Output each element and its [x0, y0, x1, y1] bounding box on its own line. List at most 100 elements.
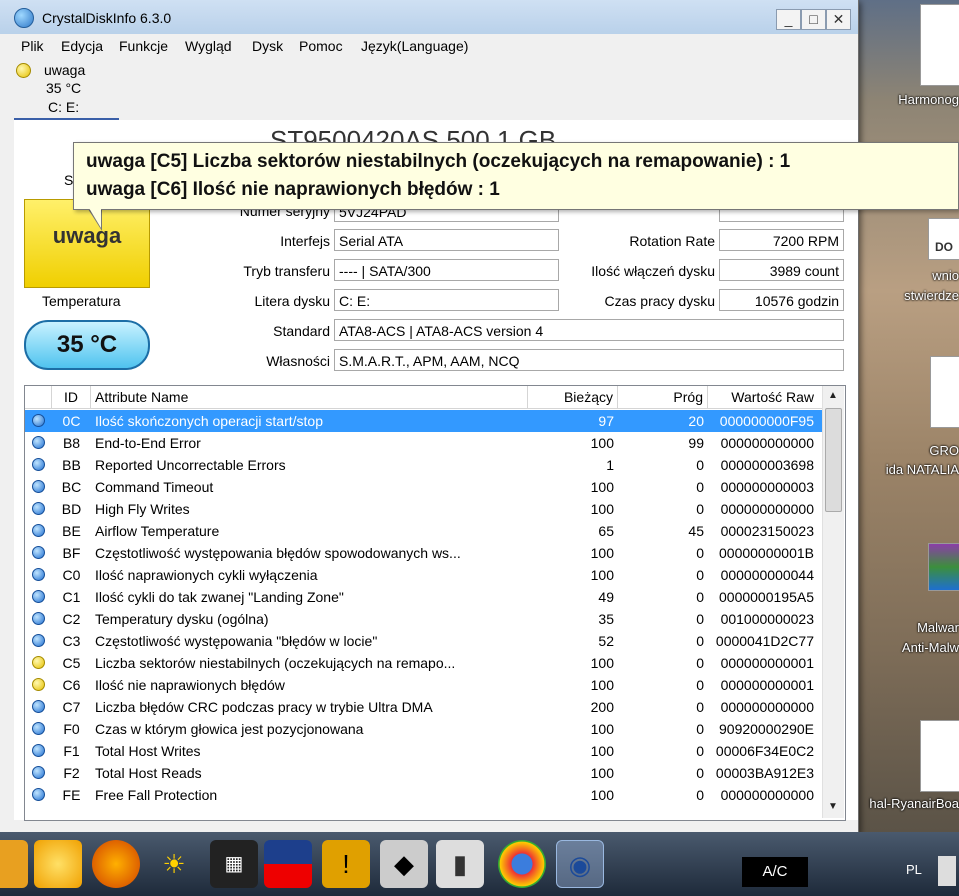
desktop-item-label[interactable]: Harmonog [858, 92, 959, 107]
desktop-file-thumbnail[interactable] [920, 720, 959, 792]
rotation-value: 7200 RPM [719, 229, 844, 251]
minimize-button[interactable]: _ [776, 9, 801, 30]
desktop-item-label[interactable]: ida NATALIA [858, 462, 959, 477]
menu-pomoc[interactable]: Pomoc [299, 38, 343, 54]
desktop-file-thumbnail[interactable] [920, 4, 959, 86]
fox-app-icon[interactable]: ◆ [380, 840, 428, 888]
drive-tab[interactable]: uwaga 35 °C C: E: [14, 60, 119, 120]
table-row[interactable]: F2 Total Host Reads 100 0 00003BA912E3 [25, 762, 822, 784]
cell-id: BC [61, 479, 82, 495]
close-button[interactable]: ✕ [826, 9, 851, 30]
desktop-item-label[interactable]: Anti-Malw [858, 640, 959, 655]
cell-name: Airflow Temperature [95, 523, 220, 539]
tooltip-line-2: uwaga [C6] Ilość nie naprawionych błędów… [86, 179, 500, 200]
menu-funkcje[interactable]: Funkcje [119, 38, 168, 54]
desktop-item-label[interactable]: Malwar [858, 620, 959, 635]
header-current[interactable]: Bieżący [528, 386, 618, 408]
table-row[interactable]: C7 Liczba błędów CRC podczas pracy w tryb… [25, 696, 822, 718]
cell-raw: 000000000001 [720, 677, 814, 693]
table-row[interactable]: C3 Częstotliwość występowania "błędów w l… [25, 630, 822, 652]
table-row[interactable]: BB Reported Uncorrectable Errors 1 0 0000000… [25, 454, 822, 476]
table-row[interactable]: 0C Ilość skończonych operacji start/stop 9… [25, 410, 822, 432]
taskbar-app-icon[interactable] [0, 840, 28, 888]
scroll-down-arrow-icon[interactable]: ▼ [824, 798, 842, 816]
header-raw-value[interactable]: Wartość Raw [708, 386, 818, 408]
sun-settings-icon[interactable]: ☀ [150, 840, 198, 888]
interface-value: Serial ATA [334, 229, 559, 251]
desktop-item-label[interactable]: GRO [858, 443, 959, 458]
poweron-count-value: 3989 count [719, 259, 844, 281]
keypad-icon[interactable]: ▦ [210, 840, 258, 888]
cell-current: 52 [598, 633, 614, 649]
health-status-button[interactable]: uwaga [24, 199, 150, 288]
transfer-value: ---- | SATA/300 [334, 259, 559, 281]
desktop-item-label[interactable]: stwierdze [858, 288, 959, 303]
scroll-up-arrow-icon[interactable]: ▲ [824, 387, 842, 405]
language-indicator[interactable]: PL [906, 862, 922, 877]
winrar-archive-icon[interactable] [928, 543, 959, 591]
header-attribute-name[interactable]: Attribute Name [91, 386, 528, 408]
table-row[interactable]: BD High Fly Writes 100 0 000000000000 [25, 498, 822, 520]
cell-threshold: 0 [696, 677, 704, 693]
table-row[interactable]: F0 Czas w którym głowica jest pozycjonowa… [25, 718, 822, 740]
desktop-item-label[interactable]: hal-RyanairBoa [858, 796, 959, 811]
cell-current: 100 [590, 677, 614, 693]
good-status-icon [32, 700, 45, 713]
menu-dysk[interactable]: Dysk [252, 38, 283, 54]
cell-name: Częstotliwość występowania "błędów w loc… [95, 633, 378, 649]
table-row[interactable]: C1 Ilość cykli do tak zwanej "Landing Zon… [25, 586, 822, 608]
scroll-thumb[interactable] [825, 408, 842, 512]
header-status[interactable] [25, 386, 52, 408]
cell-id: FE [62, 787, 81, 803]
firefox-icon[interactable] [92, 840, 140, 888]
cell-threshold: 0 [696, 721, 704, 737]
cell-name: Ilość naprawionych cykli wyłączenia [95, 567, 318, 583]
table-row[interactable]: C0 Ilość naprawionych cykli wyłączenia 100… [25, 564, 822, 586]
chrome-icon[interactable] [498, 840, 546, 888]
tray-icon[interactable] [938, 856, 956, 886]
table-row[interactable]: FE Free Fall Protection 100 0 000000000000 [25, 784, 822, 806]
cell-id: C2 [62, 611, 81, 627]
maximize-button[interactable]: □ [801, 9, 826, 30]
desktop-item-label[interactable]: wnio [858, 268, 959, 283]
flag-language-icon[interactable] [264, 840, 312, 888]
header-id[interactable]: ID [52, 386, 91, 408]
app-icon [14, 8, 34, 28]
menu-edycja[interactable]: Edycja [61, 38, 103, 54]
ac-power-indicator[interactable]: A/C [742, 857, 808, 887]
cell-threshold: 0 [696, 765, 704, 781]
desktop-doc-icon[interactable]: DO [928, 218, 959, 260]
table-row[interactable]: B8 End-to-End Error 100 99 000000000000 [25, 432, 822, 454]
cell-name: Ilość skończonych operacji start/stop [95, 413, 323, 429]
cell-raw: 0000000195A5 [719, 589, 814, 605]
table-row[interactable]: F1 Total Host Writes 100 0 00006F34E0C2 [25, 740, 822, 762]
weather-app-icon[interactable] [34, 840, 82, 888]
menu-jezyk[interactable]: Język(Language) [361, 38, 468, 54]
table-row[interactable]: BC Command Timeout 100 0 000000000003 [25, 476, 822, 498]
warning-tooltip: uwaga [C5] Liczba sektorów niestabilnych… [73, 142, 959, 210]
poweron-hours-label: Czas pracy dysku [604, 293, 715, 309]
crystaldiskinfo-taskbar-icon[interactable]: ◉ [556, 840, 604, 888]
good-status-icon [32, 414, 45, 427]
file-shredder-icon[interactable]: ! [322, 840, 370, 888]
vertical-scrollbar[interactable]: ▲ ▼ [822, 386, 844, 818]
header-threshold[interactable]: Próg [618, 386, 708, 408]
table-row[interactable]: C6 Ilość nie naprawionych błędów 100 0 00000… [25, 674, 822, 696]
speaker-icon[interactable]: ▮ [436, 840, 484, 888]
cell-id: C5 [62, 655, 81, 671]
cell-id: BE [62, 523, 81, 539]
cell-current: 35 [598, 611, 614, 627]
table-row[interactable]: BF Częstotliwość występowania błędów spow… [25, 542, 822, 564]
menu-wyglad[interactable]: Wygląd [185, 38, 232, 54]
transfer-label: Tryb transferu [243, 263, 330, 279]
desktop-file-thumbnail[interactable] [930, 356, 959, 428]
title-bar[interactable]: CrystalDiskInfo 6.3.0 _ □ ✕ [0, 0, 858, 34]
menu-plik[interactable]: Plik [21, 38, 44, 54]
table-row[interactable]: C5 Liczba sektorów niestabilnych (oczekuj… [25, 652, 822, 674]
standard-value: ATA8-ACS | ATA8-ACS version 4 [334, 319, 844, 341]
table-row[interactable]: C2 Temperatury dysku (ogólna) 35 0 001000000… [25, 608, 822, 630]
table-row[interactable]: BE Airflow Temperature 65 45 000023150023 [25, 520, 822, 542]
cell-threshold: 45 [688, 523, 704, 539]
cell-threshold: 0 [696, 457, 704, 473]
cell-id: C0 [62, 567, 81, 583]
